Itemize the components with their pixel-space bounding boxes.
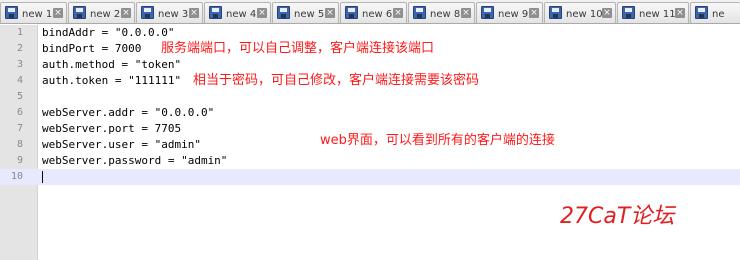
tab-bar: new 1 new 2 new 3 new 4 new 5 new 6 new … [0,0,740,24]
tab-new-8[interactable]: new 8 [408,2,475,23]
tab-new-5[interactable]: new 5 [272,2,339,23]
line-number: 8 [16,139,23,150]
tab-label: new 8 [430,9,461,20]
line-number: 1 [16,27,23,38]
tab-label: new 1 [22,9,53,20]
disk-icon [5,6,18,19]
disk-icon [73,6,86,19]
tab-label: new 4 [226,9,257,20]
disk-icon [549,6,562,19]
disk-icon [345,6,358,19]
code-line[interactable]: 3 auth.method = "token" [0,57,740,73]
code-text: bindPort = 7000 [42,42,142,55]
tab-new-1[interactable]: new 1 [0,2,67,23]
close-icon[interactable] [602,8,612,18]
disk-icon [622,6,635,19]
line-number: 2 [16,43,23,54]
text-caret [42,171,43,183]
tab-label: new 11 [639,9,676,20]
disk-icon [141,6,154,19]
code-text: webServer.port = 7705 [42,122,182,135]
tab-new-6[interactable]: new 6 [340,2,407,23]
close-icon[interactable] [393,8,403,18]
disk-icon [413,6,426,19]
close-icon[interactable] [53,8,63,18]
close-icon[interactable] [675,8,685,18]
disk-icon [481,6,494,19]
tab-truncated[interactable]: ne [690,2,740,23]
code-text: bindAddr = "0.0.0.0" [42,26,175,39]
forum-watermark: 27CaT论坛 [560,204,675,229]
tab-new-4[interactable]: new 4 [204,2,271,23]
disk-icon [695,6,708,19]
code-text: webServer.addr = "0.0.0.0" [42,106,215,119]
close-icon[interactable] [325,8,335,18]
close-icon[interactable] [461,8,471,18]
line-number: 7 [16,123,23,134]
tab-label: ne [712,9,725,20]
code-text: webServer.user = "admin" [42,138,201,151]
web-annotation: web界面，可以看到所有的客户端的连接 [320,133,555,148]
close-icon[interactable] [257,8,267,18]
tab-label: new 6 [362,9,393,20]
code-line[interactable]: 6 webServer.addr = "0.0.0.0" [0,105,740,121]
code-text: auth.token = "111111" [42,74,182,87]
token-annotation: 相当于密码，可自己修改，客户端连接需要该密码 [193,73,480,88]
tab-label: new 10 [566,9,603,20]
tab-label: new 9 [498,9,529,20]
line-number: 6 [16,107,23,118]
code-line[interactable]: 9 webServer.password = "admin" [0,153,740,169]
code-text: auth.method = "token" [42,58,182,71]
line-number: 10 [10,171,23,182]
tab-label: new 3 [158,9,189,20]
close-icon[interactable] [121,8,131,18]
line-number: 5 [16,91,23,102]
close-icon[interactable] [529,8,539,18]
current-line[interactable]: 10 [0,169,740,185]
tab-new-2[interactable]: new 2 [68,2,135,23]
tab-new-11[interactable]: new 11 [617,2,689,23]
close-icon[interactable] [189,8,199,18]
tab-new-9[interactable]: new 9 [476,2,543,23]
line-number: 9 [16,155,23,166]
code-line[interactable]: 1 bindAddr = "0.0.0.0" [0,25,740,41]
tab-label: new 2 [90,9,121,20]
disk-icon [209,6,222,19]
tab-label: new 5 [294,9,325,20]
code-text: webServer.password = "admin" [42,154,228,167]
line-number: 4 [16,75,23,86]
code-line[interactable]: 5 [0,89,740,105]
tab-new-10[interactable]: new 10 [544,2,616,23]
disk-icon [277,6,290,19]
tab-new-3[interactable]: new 3 [136,2,203,23]
line-number: 3 [16,59,23,70]
port-annotation: 服务端端口，可以自己调整，客户端连接该端口 [161,41,435,56]
